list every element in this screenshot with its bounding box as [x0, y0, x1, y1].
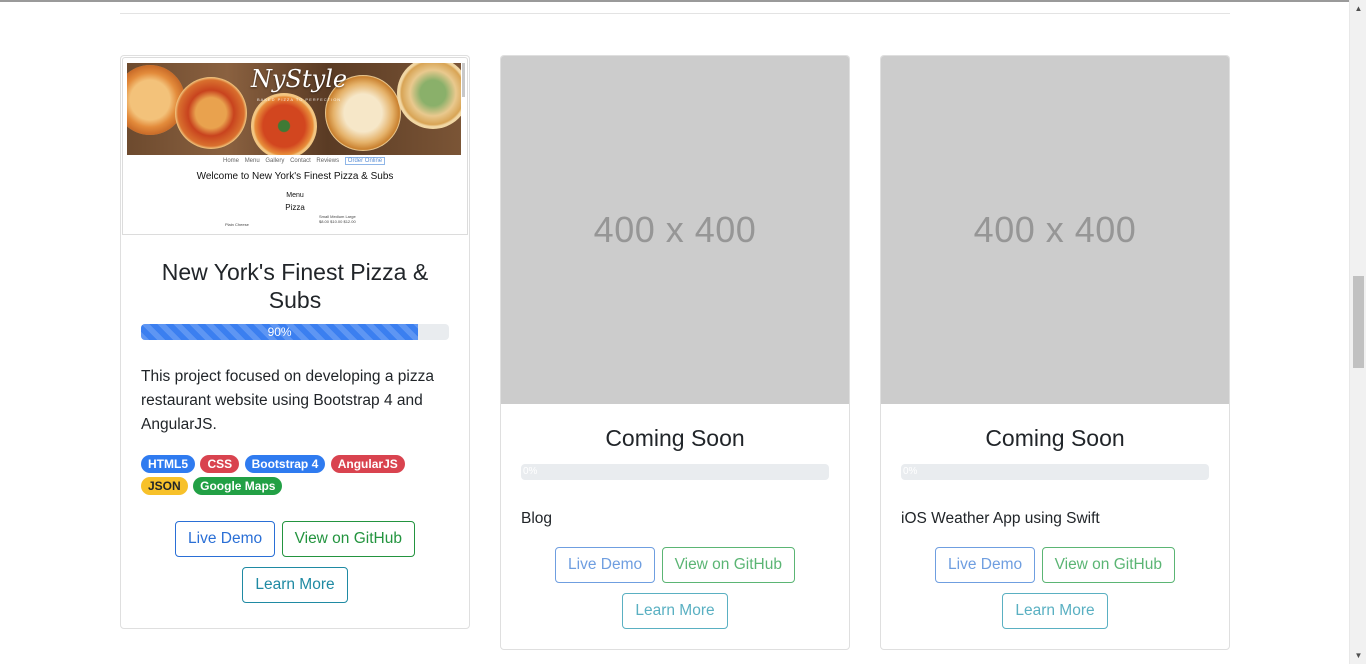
project-title: Coming Soon: [605, 425, 745, 451]
view-on-github-button[interactable]: View on GitHub: [1041, 547, 1175, 583]
progress-label: 90%: [267, 325, 292, 339]
thumbnail-price-values: $8.00 $10.00 $12.00: [319, 219, 356, 224]
tech-badges: HTML5 CSS Bootstrap 4 AngularJS JSON Goo…: [141, 455, 449, 499]
thumbnail-menu-heading: Menu: [286, 192, 304, 199]
badge-bootstrap: Bootstrap 4: [244, 455, 326, 473]
badge-google-maps: Google Maps: [193, 477, 283, 495]
pizza-image: [397, 63, 461, 129]
thumbnail-nav-item: Menu: [244, 158, 260, 164]
badge-json: JSON: [141, 477, 188, 495]
live-demo-button[interactable]: Live Demo: [555, 547, 656, 583]
thumbnail-welcome-heading: Welcome to New York's Finest Pizza & Sub…: [196, 171, 394, 182]
learn-more-button[interactable]: Learn More: [1002, 593, 1108, 629]
placeholder-label: 400 x 400: [593, 209, 757, 250]
project-card-weather: 400 x 400 Coming Soon 0% iOS Weather App…: [880, 55, 1230, 650]
thumbnail-menu-prices: Small Medium Large $8.00 $10.00 $12.00: [319, 214, 356, 224]
live-demo-button[interactable]: Live Demo: [175, 521, 276, 557]
view-on-github-button[interactable]: View on GitHub: [281, 521, 415, 557]
thumbnail-order-button: Order Online: [344, 157, 386, 165]
project-title: Coming Soon: [985, 425, 1125, 451]
learn-more-button[interactable]: Learn More: [622, 593, 728, 629]
progress-track: 0%: [901, 464, 1209, 480]
scroll-down-arrow-icon[interactable]: ▼: [1350, 647, 1366, 664]
primary-actions: Live Demo View on GitHub: [521, 547, 829, 583]
project-description: This project focused on developing a piz…: [141, 368, 434, 433]
secondary-actions: Learn More: [141, 567, 449, 603]
secondary-actions: Learn More: [521, 593, 829, 629]
thumbnail-section-heading: Pizza: [285, 203, 305, 212]
badge-html5: HTML5: [141, 455, 195, 473]
thumbnail-nav-item: Reviews: [316, 158, 340, 164]
scroll-up-arrow-icon[interactable]: ▲: [1350, 0, 1366, 17]
progress-label: 0%: [903, 466, 918, 477]
thumbnail-nav-item: Home: [223, 158, 240, 164]
thumbnail-scrollbar: [462, 63, 465, 97]
thumbnail-menu-item: Plain Cheese: [225, 222, 249, 227]
pizza-image: [175, 77, 247, 149]
placeholder-image: 400 x 400: [501, 56, 849, 404]
thumbnail-logo-tagline: BAKED PIZZA TO PERFECTION: [257, 97, 342, 102]
thumbnail-nav-item: Gallery: [265, 158, 285, 164]
view-on-github-button[interactable]: View on GitHub: [661, 547, 795, 583]
placeholder-label: 400 x 400: [973, 209, 1137, 250]
thumbnail-logo: NyStyle: [251, 65, 348, 93]
thumbnail-hero-banner: NyStyle BAKED PIZZA TO PERFECTION: [127, 63, 461, 155]
placeholder-image: 400 x 400: [881, 56, 1229, 404]
progress-track: 90%: [141, 324, 449, 340]
secondary-actions: Learn More: [901, 593, 1209, 629]
live-demo-button[interactable]: Live Demo: [935, 547, 1036, 583]
pizza-image: [251, 93, 317, 155]
project-description: Blog: [521, 510, 553, 527]
scrollbar-thumb[interactable]: [1353, 276, 1364, 368]
window-top-border: [0, 0, 1349, 2]
thumbnail-nav-item: Contact: [290, 158, 311, 164]
primary-actions: Live Demo View on GitHub: [901, 547, 1209, 583]
primary-actions: Live Demo View on GitHub: [141, 521, 449, 557]
progress-bar: 90%: [141, 324, 419, 340]
progress-label: 0%: [523, 466, 538, 477]
project-title: New York's Finest Pizza & Subs: [161, 259, 429, 313]
badge-css: CSS: [200, 455, 240, 473]
learn-more-button[interactable]: Learn More: [242, 567, 348, 603]
page-scrollbar[interactable]: ▲ ▼: [1349, 0, 1366, 664]
progress-track: 0%: [521, 464, 829, 480]
badge-angularjs: AngularJS: [330, 455, 405, 473]
project-card-pizza: NyStyle BAKED PIZZA TO PERFECTION Home M…: [120, 55, 470, 629]
project-thumbnail[interactable]: NyStyle BAKED PIZZA TO PERFECTION Home M…: [122, 57, 468, 235]
thumbnail-nav: Home Menu Gallery Contact Reviews Order …: [223, 157, 389, 165]
section-divider: [120, 13, 1230, 14]
project-description: iOS Weather App using Swift: [901, 510, 1100, 527]
project-card-blog: 400 x 400 Coming Soon 0% Blog Live Demo …: [500, 55, 850, 650]
